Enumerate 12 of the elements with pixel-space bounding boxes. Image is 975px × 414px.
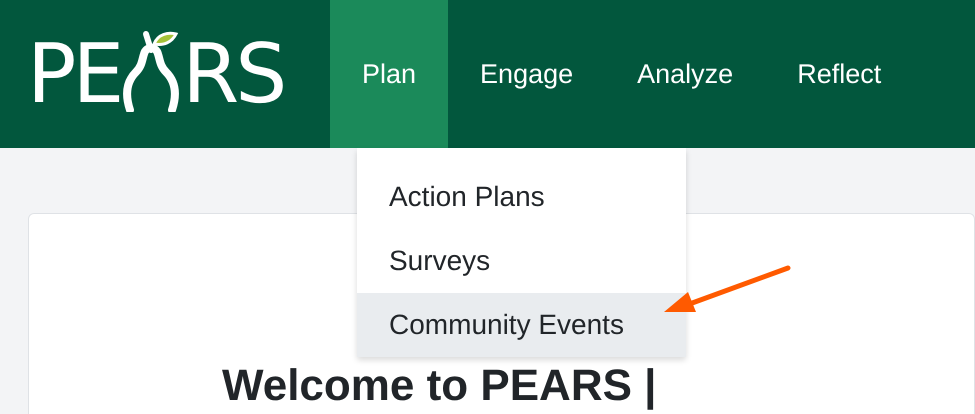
nav-tab[interactable]: Plan — [330, 0, 448, 148]
logo[interactable]: PE RS — [0, 0, 330, 148]
welcome-heading: Welcome to PEARS | — [222, 360, 658, 411]
logo-text: PE — [27, 38, 120, 112]
pear-icon — [122, 30, 180, 112]
nav-tab[interactable]: Analyze — [605, 0, 766, 148]
menu-item[interactable]: Action Plans — [357, 165, 686, 229]
menu-item[interactable]: Community Events — [357, 293, 686, 357]
logo-text: RS — [182, 38, 284, 112]
nav-tab[interactable]: Reflect — [765, 0, 914, 148]
nav-tab[interactable]: Engage — [448, 0, 606, 148]
menu-item[interactable]: Surveys — [357, 229, 686, 293]
